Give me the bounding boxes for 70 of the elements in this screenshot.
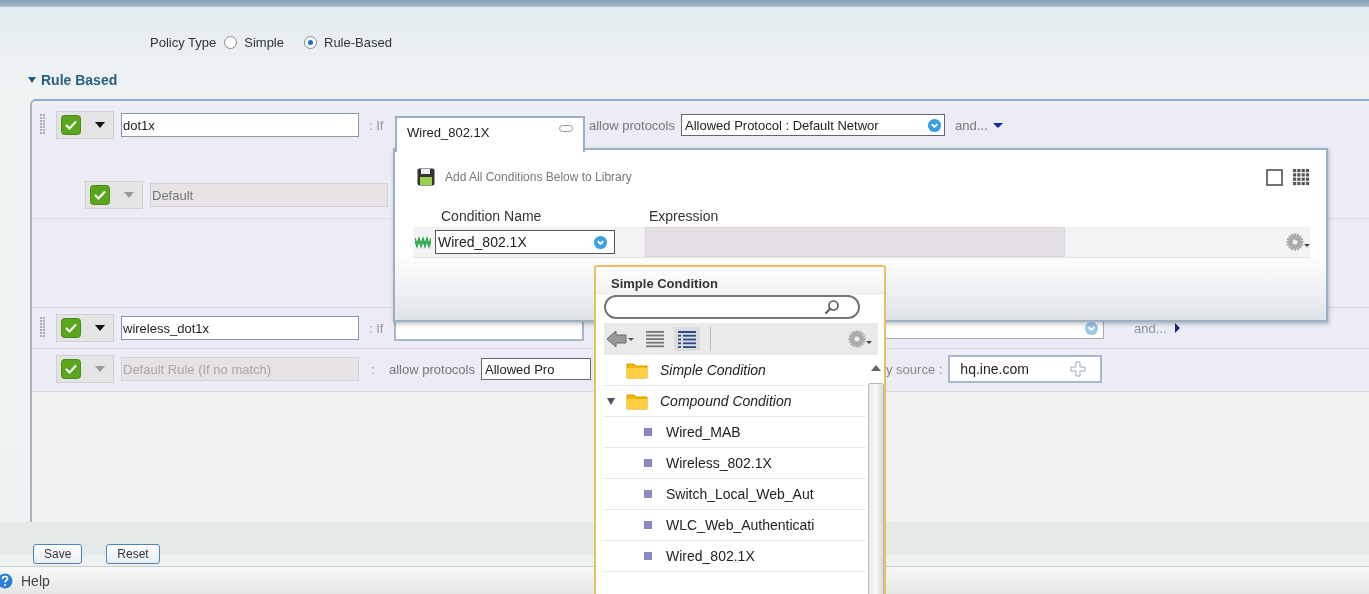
tree-item[interactable]: Switch_Local_Web_Aut	[604, 479, 866, 510]
radio-button[interactable]	[224, 35, 238, 49]
if-label: : If	[369, 117, 385, 133]
dropdown-icon[interactable]	[1084, 320, 1099, 336]
checkbox[interactable]	[61, 318, 81, 338]
tree-item[interactable]: Wired_MAB	[604, 417, 866, 448]
gear-icon[interactable]	[1286, 233, 1310, 251]
if-label: : If	[369, 320, 385, 336]
column-header: Condition Name	[441, 208, 543, 224]
tree-item[interactable]: Compound Condition	[604, 386, 866, 417]
square-bullet-icon	[644, 459, 652, 467]
separator-label: :	[371, 361, 376, 377]
tree-item[interactable]: Wireless_802.1X	[604, 448, 866, 479]
add-to-library-link[interactable]: Add All Conditions Below to Library	[445, 170, 632, 184]
help-link[interactable]: Help	[21, 573, 50, 589]
caret-icon[interactable]	[95, 122, 105, 128]
radio-option[interactable]: Rule-Based	[304, 34, 392, 50]
caret-icon[interactable]	[607, 397, 615, 405]
and-more-link[interactable]: and...	[955, 117, 988, 133]
tree-item[interactable]: Wired_802.1X	[604, 541, 866, 572]
caret-icon[interactable]	[28, 76, 36, 84]
identity-source-field[interactable]: hq.ine.com	[948, 355, 1103, 383]
protocols-dropdown[interactable]: Allowed Protocol : Default Networ	[681, 114, 945, 136]
protocols-dropdown[interactable]: Allowed Pro	[481, 358, 591, 380]
caret-icon[interactable]	[992, 120, 1003, 130]
tree-view-button[interactable]	[674, 327, 700, 351]
rule-name-field[interactable]: dot1x	[121, 113, 359, 137]
checkbox[interactable]	[61, 359, 81, 379]
condition-tab[interactable]: Wired_802.1X	[395, 116, 585, 152]
drag-handle-icon[interactable]	[40, 317, 46, 339]
square-bullet-icon	[644, 521, 652, 529]
enable-toggle[interactable]	[56, 111, 114, 139]
footer-button[interactable]: Reset	[106, 544, 160, 564]
gear-icon[interactable]	[848, 330, 872, 348]
section-title: Rule Based	[41, 72, 118, 88]
rule-name-field[interactable]: wireless_dot1x	[121, 316, 359, 340]
expression-field[interactable]	[645, 227, 1065, 257]
folder-icon	[626, 361, 648, 379]
dropdown-icon[interactable]	[927, 117, 942, 133]
allow-protocols-label: allow protocols	[589, 117, 675, 133]
help-icon[interactable]	[0, 573, 13, 589]
condition-name-dropdown[interactable]: Wired_802.1X	[435, 230, 615, 254]
search-field[interactable]	[604, 295, 860, 319]
square-bullet-icon	[644, 490, 652, 498]
back-arrow-icon[interactable]	[606, 329, 636, 349]
dropdown-icon[interactable]	[593, 234, 608, 250]
policy-type-label: Policy Type	[150, 34, 217, 50]
grid-icon[interactable]	[1293, 168, 1310, 186]
checkbox[interactable]	[61, 115, 81, 135]
zigzag-icon	[415, 235, 431, 249]
search-icon[interactable]	[824, 299, 840, 315]
radio-option[interactable]: Simple	[224, 34, 284, 50]
tree-item[interactable]: Simple Condition	[604, 355, 866, 386]
tree-item[interactable]: WLC_Web_Authenticati	[604, 510, 866, 541]
allow-protocols-label: allow protocols	[389, 361, 475, 377]
identity-source-label: y source :	[886, 361, 943, 377]
picker-title: Simple Condition	[596, 267, 884, 295]
caret-icon[interactable]	[95, 325, 105, 331]
minus-icon[interactable]	[559, 125, 573, 132]
drag-handle-icon[interactable]	[40, 114, 46, 136]
enable-toggle[interactable]	[56, 355, 114, 383]
scroll-up-icon[interactable]	[871, 365, 881, 371]
column-header: Expression	[649, 208, 719, 224]
folder-icon	[626, 392, 648, 410]
footer-button[interactable]: Save	[33, 544, 83, 564]
radio-button[interactable]	[304, 35, 317, 49]
square-icon[interactable]	[1266, 168, 1283, 186]
square-bullet-icon	[644, 428, 652, 436]
enable-toggle[interactable]	[56, 314, 114, 342]
square-bullet-icon	[644, 552, 652, 560]
